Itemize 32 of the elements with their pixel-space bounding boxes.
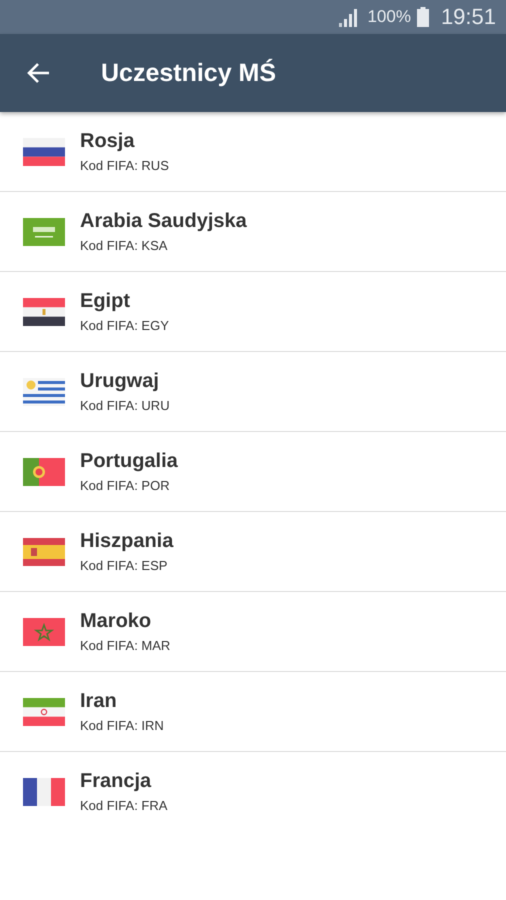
team-row[interactable]: Arabia Saudyjska Kod FIFA: KSA <box>0 192 506 272</box>
team-row[interactable]: Iran Kod FIFA: IRN <box>0 672 506 752</box>
team-name: Iran <box>80 690 118 713</box>
team-name: Hiszpania <box>80 530 174 553</box>
back-arrow-icon[interactable] <box>27 61 51 85</box>
team-row[interactable]: Maroko Kod FIFA: MAR <box>0 592 506 672</box>
battery-percent: 100% <box>367 7 411 27</box>
screen-title: Uczestnicy MŚ <box>101 58 276 88</box>
team-name: Francja <box>80 770 152 793</box>
team-name: Arabia Saudyjska <box>80 210 247 233</box>
team-row[interactable]: Egipt Kod FIFA: EGY <box>0 272 506 352</box>
team-row[interactable]: Hiszpania Kod FIFA: ESP <box>0 512 506 592</box>
fifa-code: Kod FIFA: KSA <box>80 238 168 253</box>
battery-icon <box>416 7 429 27</box>
clock: 19:51 <box>440 4 496 30</box>
team-row[interactable]: Portugalia Kod FIFA: POR <box>0 432 506 512</box>
team-row[interactable]: Urugwaj Kod FIFA: URU <box>0 352 506 432</box>
team-row[interactable]: Rosja Kod FIFA: RUS <box>0 112 506 192</box>
fifa-code: Kod FIFA: IRN <box>80 718 164 733</box>
fifa-code: Kod FIFA: ESP <box>80 558 168 573</box>
team-name: Urugwaj <box>80 370 160 393</box>
fifa-code: Kod FIFA: URU <box>80 398 170 413</box>
team-name: Maroko <box>80 610 152 633</box>
fifa-code: Kod FIFA: POR <box>80 478 171 493</box>
team-row[interactable]: Francja Kod FIFA: FRA <box>0 752 506 831</box>
team-name: Egipt <box>80 290 131 313</box>
team-name: Portugalia <box>80 450 178 473</box>
fifa-code: Kod FIFA: EGY <box>80 318 169 333</box>
fifa-code: Kod FIFA: FRA <box>80 798 168 813</box>
fifa-code: Kod FIFA: RUS <box>80 158 169 173</box>
fifa-code: Kod FIFA: MAR <box>80 638 170 653</box>
team-name: Rosja <box>80 130 136 153</box>
